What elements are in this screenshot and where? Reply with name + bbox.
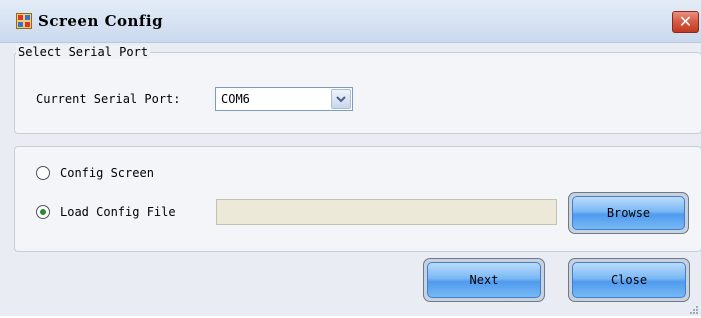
app-window-icon [16, 13, 32, 29]
serial-port-select[interactable]: COM6 [215, 87, 353, 111]
screen-config-dialog: Screen Config ✕ Select Serial Port Curre… [0, 0, 701, 316]
current-serial-port-label: Current Serial Port: [36, 92, 181, 106]
browse-button-label: Browse [572, 196, 685, 230]
dialog-title: Screen Config [38, 12, 164, 30]
resize-grip-icon[interactable] [689, 304, 699, 314]
close-icon: ✕ [678, 12, 693, 31]
config-screen-label[interactable]: Config Screen [60, 166, 154, 180]
next-button-label: Next [427, 262, 541, 298]
load-config-file-label[interactable]: Load Config File [60, 205, 176, 219]
config-screen-radio[interactable] [36, 166, 50, 180]
load-config-file-radio[interactable] [36, 205, 50, 219]
close-button-label: Close [572, 262, 686, 298]
serial-port-value: COM6 [221, 92, 250, 106]
config-file-path-input[interactable] [216, 199, 557, 225]
title-bar[interactable]: Screen Config ✕ [0, 0, 701, 43]
serial-port-group-legend: Select Serial Port [16, 45, 151, 59]
close-window-button[interactable]: ✕ [672, 11, 699, 33]
radio-selected-dot [40, 209, 46, 215]
chevron-down-icon[interactable] [331, 89, 351, 109]
browse-button[interactable]: Browse [568, 192, 689, 234]
next-button[interactable]: Next [423, 258, 545, 302]
close-button[interactable]: Close [568, 258, 690, 302]
